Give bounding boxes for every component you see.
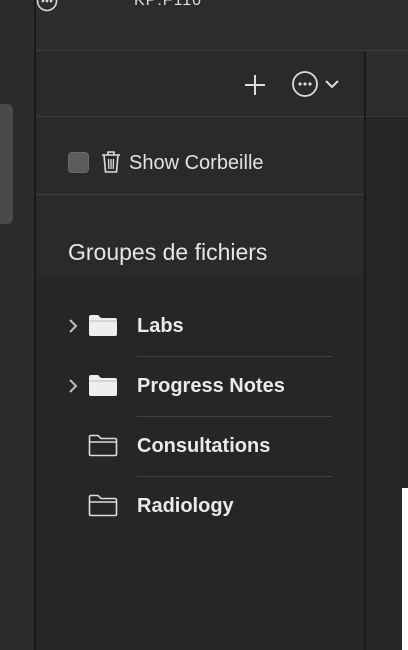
left-scrollbar-thumb[interactable] xyxy=(0,104,13,224)
tree-item-progress-notes[interactable]: Progress Notes xyxy=(36,362,364,422)
separator xyxy=(137,416,332,417)
top-bar xyxy=(36,0,408,51)
separator xyxy=(137,476,332,477)
tree-item-radiology[interactable]: Radiology xyxy=(36,482,364,542)
chevron-right-icon[interactable] xyxy=(66,317,80,335)
more-options-button[interactable] xyxy=(290,69,346,99)
top-bar-partial-text: KP:F110 xyxy=(134,0,203,9)
chevron-right-icon[interactable] xyxy=(66,377,80,395)
document-page-edge xyxy=(402,488,408,650)
tree-item-label: Labs xyxy=(137,315,184,337)
file-groups-title: Groupes de fichiers xyxy=(68,239,268,265)
folder-filled-icon xyxy=(89,315,117,336)
tree-item-labs[interactable]: Labs xyxy=(36,302,364,362)
tree-item-label: Progress Notes xyxy=(137,375,285,397)
trash-icon xyxy=(102,151,120,173)
folder-outline-icon xyxy=(88,494,118,517)
show-trash-label[interactable]: Show Corbeille xyxy=(129,152,264,175)
separator xyxy=(137,356,332,357)
file-groups-list: Labs Progress Notes Consultations Radiol… xyxy=(36,275,364,650)
tree-item-consultations[interactable]: Consultations xyxy=(36,422,364,482)
folder-filled-icon xyxy=(89,375,117,396)
left-panel-strip xyxy=(0,0,34,650)
folder-outline-icon xyxy=(88,434,118,457)
sidebar-divider[interactable] xyxy=(364,51,366,650)
content-pane-toolbar xyxy=(366,51,408,117)
more-circle-icon[interactable] xyxy=(36,0,58,12)
show-trash-checkbox[interactable] xyxy=(68,152,89,173)
add-button[interactable] xyxy=(241,71,269,99)
tree-item-label: Consultations xyxy=(137,435,271,457)
tree-item-label: Radiology xyxy=(137,495,234,517)
file-groups-sidebar: Show Corbeille Groupes de fichiers Labs … xyxy=(36,51,364,650)
sidebar-toolbar xyxy=(36,51,364,117)
